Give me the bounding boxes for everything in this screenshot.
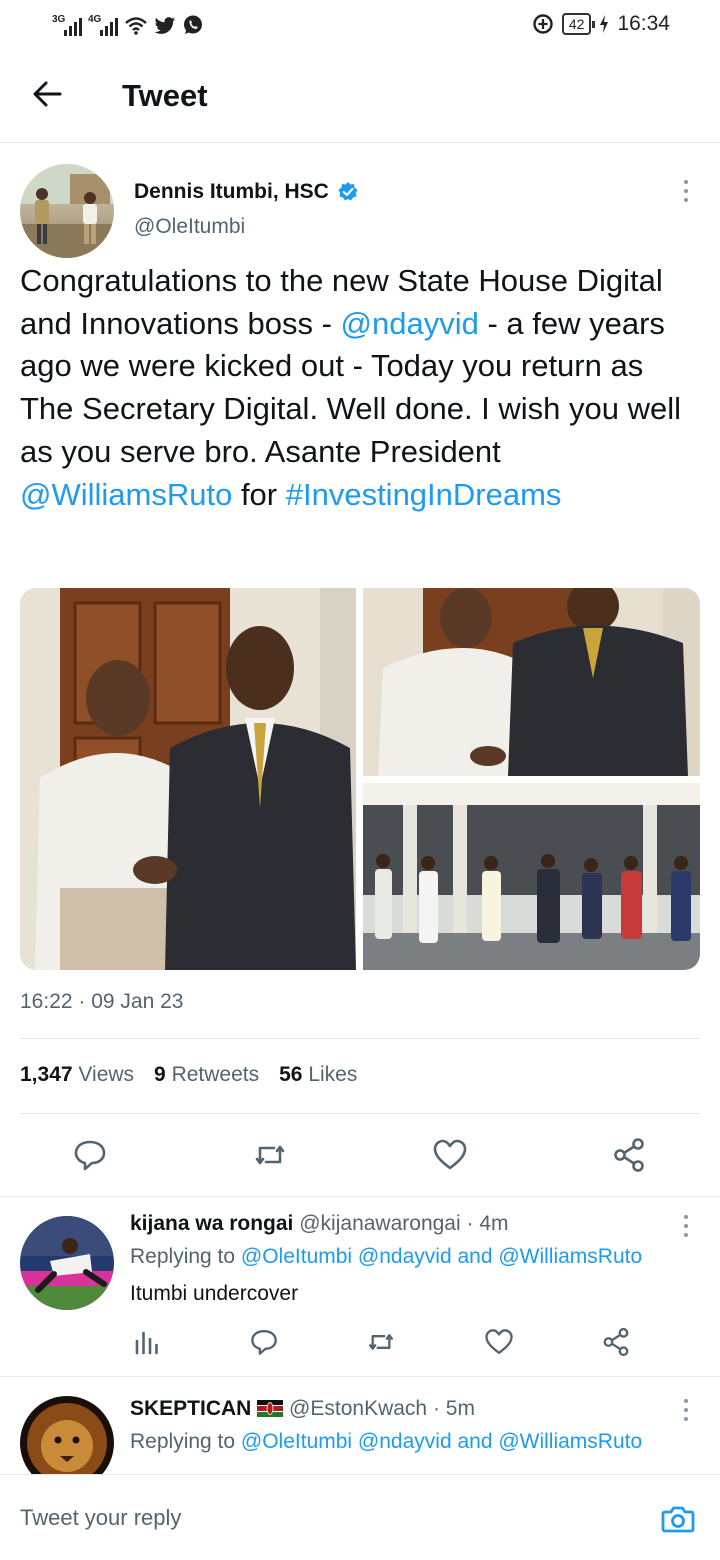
reply-icon[interactable] — [72, 1137, 108, 1173]
reply-icon[interactable] — [249, 1327, 279, 1357]
reply-time: · 4m — [466, 1212, 509, 1235]
replying-to-line: Replying to @OleItumbi @ndayvid and @Wil… — [130, 1430, 643, 1453]
share-icon[interactable] — [601, 1327, 631, 1357]
reply-input[interactable]: Tweet your reply — [20, 1505, 181, 1531]
status-bar-right: 42 16:34 — [532, 10, 670, 38]
wifi-icon — [125, 17, 147, 35]
reply-text: Itumbi undercover — [130, 1282, 299, 1305]
kenya-flag-icon — [257, 1400, 284, 1417]
likes-stat[interactable]: 56 Likes — [279, 1063, 357, 1087]
divider — [20, 1038, 700, 1039]
whatsapp-icon — [184, 15, 202, 34]
verified-badge-icon — [338, 182, 358, 201]
hashtag-link[interactable]: #InvestingInDreams — [286, 477, 562, 512]
author-name[interactable]: Dennis Itumbi, HSC — [134, 180, 359, 204]
tweet-timestamp: 16:22 · 09 Jan 23 — [20, 990, 184, 1013]
reply-avatar[interactable] — [20, 1216, 114, 1310]
tweet-actions — [0, 1130, 720, 1180]
twitter-bird-icon — [154, 17, 176, 34]
signal-icon: 3G — [52, 14, 82, 36]
divider — [0, 1376, 720, 1377]
battery-indicator: 42 — [561, 13, 595, 35]
reply-author-name[interactable]: SKEPTICAN — [130, 1397, 251, 1420]
retweet-icon[interactable] — [252, 1137, 288, 1173]
divider — [0, 1196, 720, 1197]
tweet-text: Congratulations to the new State House D… — [20, 263, 682, 512]
reply-time: · 5m — [432, 1397, 475, 1420]
reply-author-name[interactable]: kijana wa rongai — [130, 1212, 293, 1235]
tweet-photo[interactable] — [363, 783, 700, 970]
signal-icon: 4G — [88, 14, 118, 36]
tweet-media-grid — [20, 588, 700, 970]
views-stat[interactable]: 1,347 Views — [20, 1063, 134, 1087]
reply-author-handle[interactable]: @EstonKwach — [289, 1397, 427, 1420]
page-title: Tweet — [122, 78, 208, 113]
camera-icon[interactable] — [660, 1501, 696, 1537]
replying-to-line: Replying to @OleItumbi @ndayvid and @Wil… — [130, 1245, 643, 1268]
app-header: Tweet — [0, 50, 720, 143]
status-time: 16:34 — [617, 12, 670, 35]
status-bar-left: 3G 4G — [52, 10, 204, 36]
views-analytics-icon[interactable] — [132, 1327, 162, 1357]
like-icon[interactable] — [432, 1137, 468, 1173]
reply-header: SKEPTICAN @EstonKwach · 5m — [130, 1397, 475, 1421]
replying-to-mentions[interactable]: @OleItumbi @ndayvid and @WilliamsRuto — [241, 1245, 642, 1268]
retweet-icon[interactable] — [366, 1327, 396, 1357]
share-icon[interactable] — [611, 1137, 647, 1173]
tweet-photo[interactable] — [363, 588, 700, 776]
tweet-photo[interactable] — [20, 588, 356, 970]
mention-link[interactable]: @WilliamsRuto — [20, 477, 232, 512]
data-saver-icon — [533, 14, 553, 34]
author-handle[interactable]: @OleItumbi — [134, 215, 245, 239]
tweet-stats: 1,347 Views 9 Retweets 56 Likes — [20, 1063, 357, 1087]
more-options-icon[interactable] — [676, 1399, 696, 1421]
more-options-icon[interactable] — [676, 1215, 696, 1237]
author-avatar[interactable] — [20, 164, 114, 258]
replying-to-mentions[interactable]: @OleItumbi @ndayvid and @WilliamsRuto — [241, 1430, 642, 1453]
retweets-stat[interactable]: 9 Retweets — [154, 1063, 259, 1087]
reply-header: kijana wa rongai @kijanawarongai · 4m — [130, 1212, 509, 1236]
status-bar: 3G 4G 42 16:34 — [0, 0, 720, 50]
divider — [20, 1113, 700, 1114]
reply-composer[interactable]: Tweet your reply — [0, 1474, 720, 1560]
reply-author-handle[interactable]: @kijanawarongai — [299, 1212, 460, 1235]
mention-link[interactable]: @ndayvid — [341, 306, 479, 341]
like-icon[interactable] — [484, 1327, 514, 1357]
charging-icon — [600, 15, 609, 33]
back-arrow-icon[interactable] — [30, 76, 66, 112]
more-options-icon[interactable] — [676, 180, 696, 202]
